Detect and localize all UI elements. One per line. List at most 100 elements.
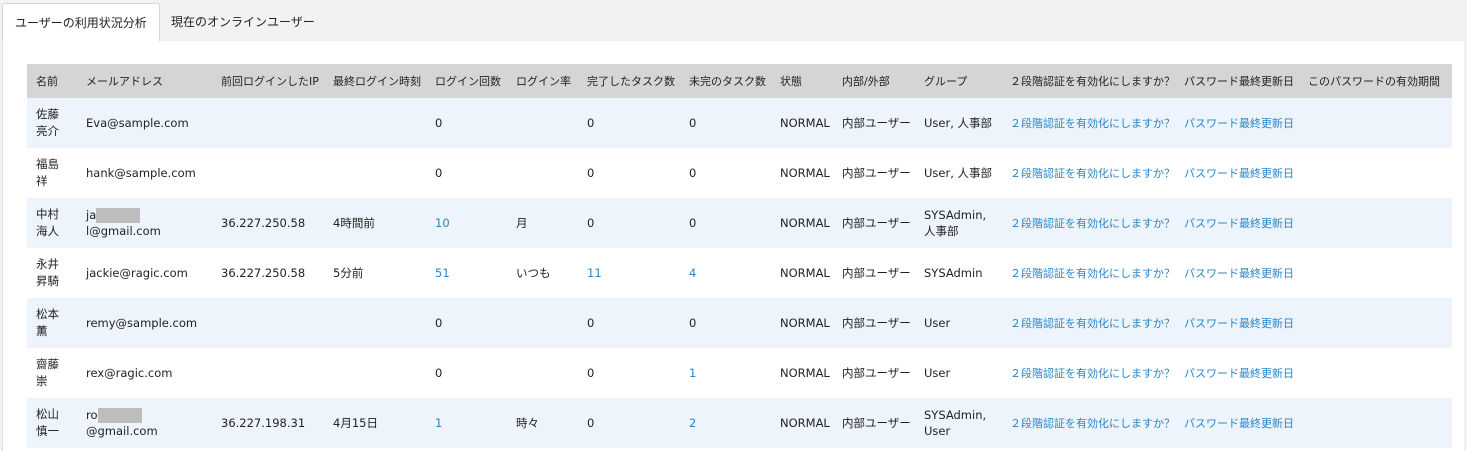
user-email: Eva@sample.com	[86, 116, 189, 130]
enable-2fa-link[interactable]: ２段階認証を有効化にしますか？	[1010, 317, 1175, 330]
pw-updated-link[interactable]: パスワード最終更新日	[1184, 417, 1294, 430]
enable-2fa-link[interactable]: ２段階認証を有効化にしますか？	[1010, 417, 1175, 430]
pw-updated-link[interactable]: パスワード最終更新日	[1184, 367, 1294, 380]
user-email: jackie@ragic.com	[86, 266, 188, 280]
login-count: 0	[435, 366, 443, 380]
user-email: jal@gmail.com	[86, 208, 161, 238]
done-tasks-link[interactable]: 11	[587, 266, 602, 280]
user-name: 齋藤崇	[36, 357, 59, 388]
user-email: hank@sample.com	[86, 166, 196, 180]
user-name: 永井昇騎	[36, 257, 59, 288]
user-group: User	[924, 316, 951, 330]
done-tasks: 0	[587, 366, 595, 380]
last-ip	[212, 298, 324, 348]
user-email: rex@ragic.com	[86, 366, 173, 380]
login-count-link[interactable]: 10	[435, 216, 450, 230]
last-login	[324, 298, 426, 348]
done-tasks: 0	[587, 316, 595, 330]
column-header-2fa[interactable]: ２段階認証を有効化にしますか？	[1001, 64, 1175, 98]
pw-validity	[1299, 398, 1452, 448]
redaction-block	[96, 208, 141, 223]
column-header-login-rate[interactable]: ログイン率	[507, 64, 578, 98]
column-header-name[interactable]: 名前	[27, 64, 77, 98]
column-header-pw-validity[interactable]: このパスワードの有効期間	[1299, 64, 1452, 98]
column-header-done-tasks[interactable]: 完了したタスク数	[578, 64, 680, 98]
user-group: SYSAdmin, 人事部	[924, 208, 987, 238]
user-type: 内部ユーザー	[842, 266, 911, 280]
user-email: remy@sample.com	[86, 316, 198, 330]
column-header-last-login[interactable]: 最終ログイン時刻	[324, 64, 426, 98]
last-ip	[212, 98, 324, 148]
table-row: 齋藤崇 rex@ragic.com 0 0 1 NORMAL 内部ユーザー Us…	[27, 348, 1452, 398]
user-group: User	[924, 366, 951, 380]
column-header-email[interactable]: メールアドレス	[77, 64, 212, 98]
done-tasks: 0	[587, 116, 595, 130]
user-group: User, 人事部	[924, 166, 993, 180]
enable-2fa-link[interactable]: ２段階認証を有効化にしますか？	[1010, 217, 1175, 230]
user-status: NORMAL	[780, 366, 830, 380]
pw-updated-link[interactable]: パスワード最終更新日	[1184, 317, 1294, 330]
column-header-last-ip[interactable]: 前回ログインしたIP	[212, 64, 324, 98]
last-ip: 36.227.250.58	[221, 266, 306, 280]
user-status: NORMAL	[780, 216, 830, 230]
user-name: 中村海人	[36, 207, 59, 238]
user-group: SYSAdmin	[924, 266, 983, 280]
login-count-link[interactable]: 51	[435, 266, 450, 280]
pw-validity	[1299, 298, 1452, 348]
user-status: NORMAL	[780, 316, 830, 330]
column-header-group[interactable]: グループ	[915, 64, 1001, 98]
enable-2fa-link[interactable]: ２段階認証を有効化にしますか？	[1010, 117, 1175, 130]
user-name: 佐藤亮介	[36, 107, 59, 138]
pw-validity	[1299, 248, 1452, 298]
table-row: 中村海人 jal@gmail.com 36.227.250.58 4時間前 10…	[27, 198, 1452, 248]
open-tasks-link[interactable]: 4	[689, 266, 696, 280]
login-count: 0	[435, 166, 443, 180]
login-rate	[507, 98, 578, 148]
last-login	[324, 148, 426, 198]
table-row: 福島祥 hank@sample.com 0 0 0 NORMAL 内部ユーザー …	[27, 148, 1452, 198]
user-type: 内部ユーザー	[842, 116, 911, 130]
table-row: 佐藤亮介 Eva@sample.com 0 0 0 NORMAL 内部ユーザー …	[27, 98, 1452, 148]
user-status: NORMAL	[780, 116, 830, 130]
login-rate: 月	[516, 216, 528, 230]
last-login: 4月15日	[333, 416, 378, 430]
login-count: 0	[435, 316, 443, 330]
login-rate	[507, 348, 578, 398]
open-tasks-link[interactable]: 2	[689, 416, 696, 430]
last-ip	[212, 348, 324, 398]
user-status: NORMAL	[780, 416, 830, 430]
column-header-user-type[interactable]: 内部/外部	[833, 64, 915, 98]
user-type: 内部ユーザー	[842, 416, 911, 430]
column-header-login-count[interactable]: ログイン回数	[426, 64, 507, 98]
pw-validity	[1299, 148, 1452, 198]
column-header-pw-updated[interactable]: パスワード最終更新日	[1175, 64, 1299, 98]
last-ip	[212, 148, 324, 198]
user-group: User, 人事部	[924, 116, 993, 130]
user-status: NORMAL	[780, 266, 830, 280]
column-header-status[interactable]: 状態	[771, 64, 833, 98]
login-rate	[507, 298, 578, 348]
user-type: 内部ユーザー	[842, 366, 911, 380]
open-tasks: 0	[689, 166, 697, 180]
login-rate: 時々	[516, 416, 539, 430]
tab-usage-analysis[interactable]: ユーザーの利用状況分析	[2, 3, 160, 42]
login-rate	[507, 148, 578, 198]
open-tasks-link[interactable]: 1	[689, 366, 696, 380]
enable-2fa-link[interactable]: ２段階認証を有効化にしますか？	[1010, 167, 1175, 180]
pw-updated-link[interactable]: パスワード最終更新日	[1184, 267, 1294, 280]
open-tasks: 0	[689, 316, 697, 330]
enable-2fa-link[interactable]: ２段階認証を有効化にしますか？	[1010, 367, 1175, 380]
login-rate: いつも	[516, 266, 551, 280]
tab-online-users[interactable]: 現在のオンラインユーザー	[159, 3, 327, 41]
enable-2fa-link[interactable]: ２段階認証を有効化にしますか？	[1010, 267, 1175, 280]
login-count-link[interactable]: 1	[435, 416, 442, 430]
pw-updated-link[interactable]: パスワード最終更新日	[1184, 217, 1294, 230]
pw-updated-link[interactable]: パスワード最終更新日	[1184, 167, 1294, 180]
column-header-open-tasks[interactable]: 未完のタスク数	[680, 64, 771, 98]
table-row: 永井昇騎 jackie@ragic.com 36.227.250.58 5分前 …	[27, 248, 1452, 298]
table-header-row: 名前 メールアドレス 前回ログインしたIP 最終ログイン時刻 ログイン回数 ログ…	[27, 64, 1452, 98]
pw-updated-link[interactable]: パスワード最終更新日	[1184, 117, 1294, 130]
tab-bar: ユーザーの利用状況分析 現在のオンラインユーザー	[0, 0, 1467, 42]
last-login	[324, 98, 426, 148]
table-row: 松本薫 remy@sample.com 0 0 0 NORMAL 内部ユーザー …	[27, 298, 1452, 348]
